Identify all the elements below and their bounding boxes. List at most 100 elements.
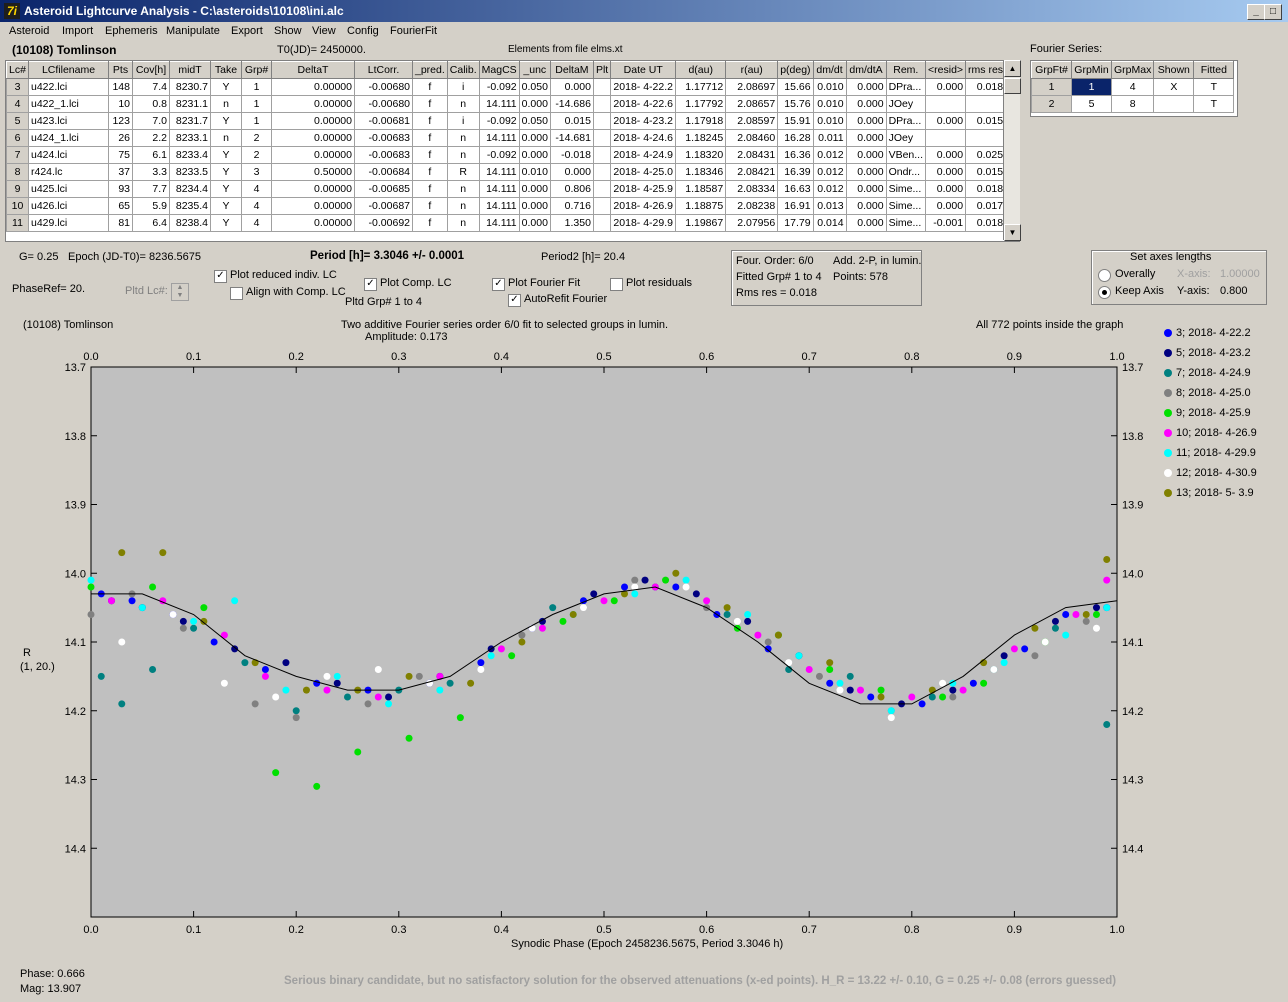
table-cell[interactable]: 1.18587 — [675, 180, 727, 198]
table-cell[interactable]: 0.000 — [518, 214, 551, 232]
table-cell[interactable]: 0.017 — [965, 197, 1007, 215]
table-cell[interactable]: 0.050 — [518, 112, 551, 130]
table-cell[interactable]: 1.350 — [549, 214, 594, 232]
overally-radio[interactable] — [1098, 269, 1111, 282]
table-cell[interactable]: 1.17792 — [675, 95, 727, 113]
table-cell[interactable] — [592, 78, 612, 96]
table-cell[interactable]: f — [412, 180, 448, 198]
table-cell[interactable]: 1.18245 — [675, 129, 727, 147]
column-header[interactable]: d(au) — [675, 61, 727, 79]
column-header[interactable]: Calib. — [446, 61, 480, 79]
table-cell[interactable]: 81 — [108, 214, 133, 232]
row-header[interactable]: 3 — [6, 78, 29, 96]
menu-show[interactable]: Show — [274, 25, 302, 37]
table-cell[interactable]: 0.000 — [549, 163, 594, 181]
table-cell[interactable]: n — [446, 180, 480, 198]
table-row[interactable]: 6 u424_1.lci 26 2.2 8233.1 n 2 0.00000 -0.00683 f… — [6, 129, 1007, 147]
table-cell[interactable]: 0.000 — [845, 112, 887, 130]
table-cell[interactable]: 8238.4 — [169, 214, 211, 232]
table-cell[interactable]: 0.000 — [925, 78, 967, 96]
table-cell[interactable]: 0.00000 — [271, 129, 355, 147]
table-row[interactable]: 5 u423.lci 123 7.0 8231.7 Y 1 0.00000 -0.00681 f i… — [6, 112, 1007, 130]
table-cell[interactable]: -0.00685 — [354, 180, 413, 198]
table-cell[interactable]: -0.018 — [549, 146, 594, 164]
table-cell[interactable]: 0.011 — [812, 129, 847, 147]
table-cell[interactable]: 0.00000 — [271, 95, 355, 113]
table-cell[interactable]: 0.012 — [812, 163, 847, 181]
table-cell[interactable]: 5.9 — [132, 197, 170, 215]
fourier-cell[interactable]: 5 — [1071, 95, 1112, 113]
menu-export[interactable]: Export — [231, 25, 263, 37]
title-bar[interactable]: 7i Asteroid Lightcurve Analysis - C:\ast… — [0, 0, 1288, 22]
table-cell[interactable]: 0.50000 — [271, 163, 355, 181]
table-cell[interactable]: 14.111 — [478, 129, 520, 147]
row-header[interactable]: 5 — [6, 112, 29, 130]
table-cell[interactable]: 26 — [108, 129, 133, 147]
column-header[interactable]: r(au) — [725, 61, 779, 79]
table-cell[interactable]: u422_1.lci — [28, 95, 109, 113]
table-cell[interactable]: 16.91 — [777, 197, 814, 215]
table-cell[interactable]: u424_1.lci — [28, 129, 109, 147]
table-cell[interactable]: 0.806 — [549, 180, 594, 198]
table-cell[interactable]: 2.08334 — [725, 180, 779, 198]
menu-view[interactable]: View — [312, 25, 336, 37]
table-cell[interactable]: 16.63 — [777, 180, 814, 198]
table-cell[interactable]: 123 — [108, 112, 133, 130]
table-cell[interactable]: 2018- 4-26.9 — [610, 197, 677, 215]
table-cell[interactable]: 8235.4 — [169, 197, 211, 215]
fourier-row[interactable]: 258 T — [1031, 95, 1235, 113]
table-cell[interactable]: f — [412, 197, 448, 215]
table-cell[interactable]: 6.4 — [132, 214, 170, 232]
table-cell[interactable]: 14.111 — [478, 95, 520, 113]
table-cell[interactable]: 1 — [241, 112, 272, 130]
table-cell[interactable]: 14.111 — [478, 163, 520, 181]
table-cell[interactable]: u424.lci — [28, 146, 109, 164]
table-cell[interactable]: 0.00000 — [271, 112, 355, 130]
table-cell[interactable]: Y — [210, 180, 242, 198]
fourier-cell[interactable]: X — [1153, 78, 1195, 96]
table-cell[interactable]: 0.013 — [812, 197, 847, 215]
table-cell[interactable]: -0.00683 — [354, 146, 413, 164]
table-cell[interactable]: 1.17918 — [675, 112, 727, 130]
table-cell[interactable]: 65 — [108, 197, 133, 215]
table-row[interactable]: 8 r424.lc 37 3.3 8233.5 Y 3 0.50000 -0.00684 f R 14… — [6, 163, 1007, 181]
pltd-lc-spinner[interactable]: ▲ ▼ — [171, 283, 189, 301]
table-cell[interactable]: n — [210, 129, 242, 147]
table-cell[interactable] — [592, 112, 612, 130]
table-cell[interactable]: 2.08431 — [725, 146, 779, 164]
table-cell[interactable]: 2018- 4-24.6 — [610, 129, 677, 147]
fourier-cell[interactable]: T — [1193, 95, 1235, 113]
table-cell[interactable]: 0.00000 — [271, 146, 355, 164]
table-cell[interactable]: 6.1 — [132, 146, 170, 164]
table-cell[interactable]: n — [446, 214, 480, 232]
column-header[interactable]: Cov[h] — [132, 61, 170, 79]
table-cell[interactable] — [592, 163, 612, 181]
table-cell[interactable]: 2 — [241, 146, 272, 164]
fourier-row[interactable]: 114XT — [1031, 78, 1235, 96]
table-cell[interactable]: Sime... — [885, 214, 927, 232]
row-header[interactable]: 9 — [6, 180, 29, 198]
table-cell[interactable]: 3 — [241, 163, 272, 181]
y-axis-value[interactable]: 0.800 — [1220, 285, 1248, 297]
table-cell[interactable]: 8231.7 — [169, 112, 211, 130]
row-header[interactable]: 6 — [6, 129, 29, 147]
scroll-up-icon[interactable]: ▲ — [1004, 60, 1021, 77]
column-header[interactable]: MagCS — [478, 61, 520, 79]
table-cell[interactable]: 37 — [108, 163, 133, 181]
table-cell[interactable]: Y — [210, 197, 242, 215]
table-cell[interactable]: 8233.1 — [169, 129, 211, 147]
table-cell[interactable] — [592, 129, 612, 147]
menu-import[interactable]: Import — [62, 25, 93, 37]
table-cell[interactable]: Y — [210, 163, 242, 181]
table-cell[interactable]: 15.91 — [777, 112, 814, 130]
table-cell[interactable]: 2018- 4-25.9 — [610, 180, 677, 198]
table-cell[interactable]: 8233.5 — [169, 163, 211, 181]
table-cell[interactable]: 0.716 — [549, 197, 594, 215]
table-cell[interactable]: -0.092 — [478, 146, 520, 164]
table-cell[interactable]: 4 — [241, 180, 272, 198]
table-cell[interactable]: 0.000 — [845, 180, 887, 198]
table-cell[interactable]: 0.014 — [812, 214, 847, 232]
maximize-button[interactable]: □ — [1264, 4, 1282, 20]
table-cell[interactable]: u425.lci — [28, 180, 109, 198]
table-cell[interactable]: -0.00683 — [354, 129, 413, 147]
